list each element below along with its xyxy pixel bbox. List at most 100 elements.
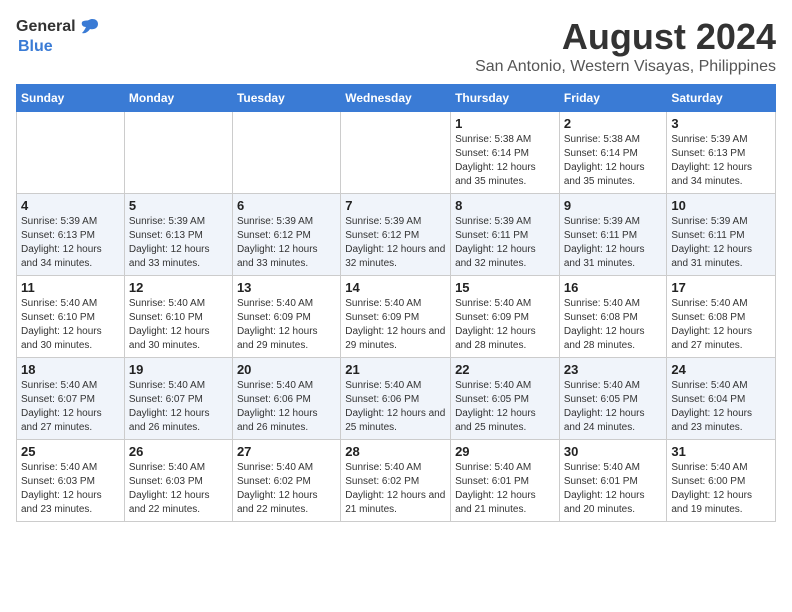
calendar-cell: 23 Sunrise: 5:40 AM Sunset: 6:05 PM Dayli… xyxy=(559,358,667,440)
day-info: Sunrise: 5:40 AM Sunset: 6:08 PM Dayligh… xyxy=(564,297,663,353)
day-number: 28 xyxy=(345,444,446,459)
logo-general: General xyxy=(16,18,76,36)
day-number: 21 xyxy=(345,362,446,377)
calendar-cell xyxy=(124,112,232,194)
day-info: Sunrise: 5:39 AM Sunset: 6:12 PM Dayligh… xyxy=(237,215,336,271)
day-info: Sunrise: 5:38 AM Sunset: 6:14 PM Dayligh… xyxy=(564,133,663,189)
day-number: 18 xyxy=(21,362,120,377)
calendar-cell: 24 Sunrise: 5:40 AM Sunset: 6:04 PM Dayli… xyxy=(667,358,776,440)
calendar-cell: 14 Sunrise: 5:40 AM Sunset: 6:09 PM Dayli… xyxy=(341,276,451,358)
day-info: Sunrise: 5:40 AM Sunset: 6:00 PM Dayligh… xyxy=(671,461,771,517)
day-number: 30 xyxy=(564,444,663,459)
calendar-cell: 27Sunrise: 5:40 AM Sunset: 6:02 PM Dayli… xyxy=(232,440,340,522)
day-info: Sunrise: 5:40 AM Sunset: 6:03 PM Dayligh… xyxy=(129,461,228,517)
calendar-cell: 8 Sunrise: 5:39 AM Sunset: 6:11 PM Daylig… xyxy=(451,194,560,276)
logo: General Blue xyxy=(16,16,100,56)
day-info: Sunrise: 5:40 AM Sunset: 6:01 PM Dayligh… xyxy=(455,461,555,517)
day-number: 8 xyxy=(455,198,555,213)
day-info: Sunrise: 5:40 AM Sunset: 6:10 PM Dayligh… xyxy=(129,297,228,353)
day-info: Sunrise: 5:38 AM Sunset: 6:14 PM Dayligh… xyxy=(455,133,555,189)
weekday-header: Saturday xyxy=(667,85,776,112)
calendar-cell: 7 Sunrise: 5:39 AM Sunset: 6:12 PM Daylig… xyxy=(341,194,451,276)
calendar-cell: 21 Sunrise: 5:40 AM Sunset: 6:06 PM Dayli… xyxy=(341,358,451,440)
day-info: Sunrise: 5:39 AM Sunset: 6:11 PM Dayligh… xyxy=(671,215,771,271)
calendar-header-row: SundayMondayTuesdayWednesdayThursdayFrid… xyxy=(17,85,776,112)
day-info: Sunrise: 5:40 AM Sunset: 6:05 PM Dayligh… xyxy=(564,379,663,435)
day-info: Sunrise: 5:40 AM Sunset: 6:01 PM Dayligh… xyxy=(564,461,663,517)
calendar-cell: 26Sunrise: 5:40 AM Sunset: 6:03 PM Dayli… xyxy=(124,440,232,522)
day-number: 17 xyxy=(671,280,771,295)
day-info: Sunrise: 5:40 AM Sunset: 6:05 PM Dayligh… xyxy=(455,379,555,435)
calendar-cell: 3Sunrise: 5:39 AM Sunset: 6:13 PM Daylig… xyxy=(667,112,776,194)
calendar-week-row: 18 Sunrise: 5:40 AM Sunset: 6:07 PM Dayli… xyxy=(17,358,776,440)
day-number: 24 xyxy=(671,362,771,377)
weekday-header: Tuesday xyxy=(232,85,340,112)
day-info: Sunrise: 5:40 AM Sunset: 6:04 PM Dayligh… xyxy=(671,379,771,435)
calendar-cell: 31Sunrise: 5:40 AM Sunset: 6:00 PM Dayli… xyxy=(667,440,776,522)
day-info: Sunrise: 5:39 AM Sunset: 6:13 PM Dayligh… xyxy=(129,215,228,271)
calendar-week-row: 25 Sunrise: 5:40 AM Sunset: 6:03 PM Dayli… xyxy=(17,440,776,522)
day-info: Sunrise: 5:40 AM Sunset: 6:06 PM Dayligh… xyxy=(345,379,446,435)
day-info: Sunrise: 5:40 AM Sunset: 6:06 PM Dayligh… xyxy=(237,379,336,435)
day-number: 1 xyxy=(455,116,555,131)
calendar-cell xyxy=(232,112,340,194)
calendar-cell: 16 Sunrise: 5:40 AM Sunset: 6:08 PM Dayli… xyxy=(559,276,667,358)
calendar-week-row: 1 Sunrise: 5:38 AM Sunset: 6:14 PM Daylig… xyxy=(17,112,776,194)
calendar-cell: 20Sunrise: 5:40 AM Sunset: 6:06 PM Dayli… xyxy=(232,358,340,440)
calendar-cell: 17 Sunrise: 5:40 AM Sunset: 6:08 PM Dayli… xyxy=(667,276,776,358)
calendar-cell: 25 Sunrise: 5:40 AM Sunset: 6:03 PM Dayli… xyxy=(17,440,125,522)
calendar-cell: 15 Sunrise: 5:40 AM Sunset: 6:09 PM Dayli… xyxy=(451,276,560,358)
calendar-table: SundayMondayTuesdayWednesdayThursdayFrid… xyxy=(16,84,776,522)
calendar-cell: 28 Sunrise: 5:40 AM Sunset: 6:02 PM Dayli… xyxy=(341,440,451,522)
weekday-header: Monday xyxy=(124,85,232,112)
day-info: Sunrise: 5:39 AM Sunset: 6:13 PM Dayligh… xyxy=(671,133,771,189)
calendar-cell: 13Sunrise: 5:40 AM Sunset: 6:09 PM Dayli… xyxy=(232,276,340,358)
calendar-cell: 9 Sunrise: 5:39 AM Sunset: 6:11 PM Daylig… xyxy=(559,194,667,276)
day-number: 7 xyxy=(345,198,446,213)
day-info: Sunrise: 5:40 AM Sunset: 6:10 PM Dayligh… xyxy=(21,297,120,353)
calendar-cell: 29 Sunrise: 5:40 AM Sunset: 6:01 PM Dayli… xyxy=(451,440,560,522)
day-number: 14 xyxy=(345,280,446,295)
day-number: 9 xyxy=(564,198,663,213)
day-number: 16 xyxy=(564,280,663,295)
day-info: Sunrise: 5:40 AM Sunset: 6:07 PM Dayligh… xyxy=(129,379,228,435)
day-info: Sunrise: 5:40 AM Sunset: 6:09 PM Dayligh… xyxy=(455,297,555,353)
calendar-cell xyxy=(341,112,451,194)
day-number: 12 xyxy=(129,280,228,295)
day-number: 23 xyxy=(564,362,663,377)
calendar-cell: 12 Sunrise: 5:40 AM Sunset: 6:10 PM Dayli… xyxy=(124,276,232,358)
day-number: 29 xyxy=(455,444,555,459)
title-section: August 2024 San Antonio, Western Visayas… xyxy=(475,16,776,76)
day-info: Sunrise: 5:39 AM Sunset: 6:11 PM Dayligh… xyxy=(564,215,663,271)
weekday-header: Wednesday xyxy=(341,85,451,112)
calendar-cell: 18Sunrise: 5:40 AM Sunset: 6:07 PM Dayli… xyxy=(17,358,125,440)
weekday-header: Thursday xyxy=(451,85,560,112)
day-info: Sunrise: 5:39 AM Sunset: 6:12 PM Dayligh… xyxy=(345,215,446,271)
day-number: 15 xyxy=(455,280,555,295)
month-year-title: August 2024 xyxy=(475,16,776,58)
day-info: Sunrise: 5:40 AM Sunset: 6:08 PM Dayligh… xyxy=(671,297,771,353)
calendar-cell: 4Sunrise: 5:39 AM Sunset: 6:13 PM Daylig… xyxy=(17,194,125,276)
day-info: Sunrise: 5:40 AM Sunset: 6:09 PM Dayligh… xyxy=(345,297,446,353)
logo-bird-icon xyxy=(78,16,100,38)
calendar-week-row: 4 Sunrise: 5:39 AM Sunset: 6:13 PM Daylig… xyxy=(17,194,776,276)
calendar-cell: 22Sunrise: 5:40 AM Sunset: 6:05 PM Dayli… xyxy=(451,358,560,440)
day-number: 25 xyxy=(21,444,120,459)
day-number: 27 xyxy=(237,444,336,459)
calendar-cell: 1 Sunrise: 5:38 AM Sunset: 6:14 PM Daylig… xyxy=(451,112,560,194)
calendar-week-row: 11 Sunrise: 5:40 AM Sunset: 6:10 PM Dayli… xyxy=(17,276,776,358)
day-info: Sunrise: 5:40 AM Sunset: 6:02 PM Dayligh… xyxy=(345,461,446,517)
day-number: 13 xyxy=(237,280,336,295)
day-number: 2 xyxy=(564,116,663,131)
calendar-cell: 30 Sunrise: 5:40 AM Sunset: 6:01 PM Dayli… xyxy=(559,440,667,522)
day-number: 4 xyxy=(21,198,120,213)
calendar-cell: 11 Sunrise: 5:40 AM Sunset: 6:10 PM Dayli… xyxy=(17,276,125,358)
calendar-cell: 5Sunrise: 5:39 AM Sunset: 6:13 PM Daylig… xyxy=(124,194,232,276)
logo-blue: Blue xyxy=(18,38,100,56)
day-info: Sunrise: 5:39 AM Sunset: 6:11 PM Dayligh… xyxy=(455,215,555,271)
day-number: 11 xyxy=(21,280,120,295)
calendar-cell: 10Sunrise: 5:39 AM Sunset: 6:11 PM Dayli… xyxy=(667,194,776,276)
day-info: Sunrise: 5:40 AM Sunset: 6:03 PM Dayligh… xyxy=(21,461,120,517)
calendar-cell: 19Sunrise: 5:40 AM Sunset: 6:07 PM Dayli… xyxy=(124,358,232,440)
day-number: 6 xyxy=(237,198,336,213)
